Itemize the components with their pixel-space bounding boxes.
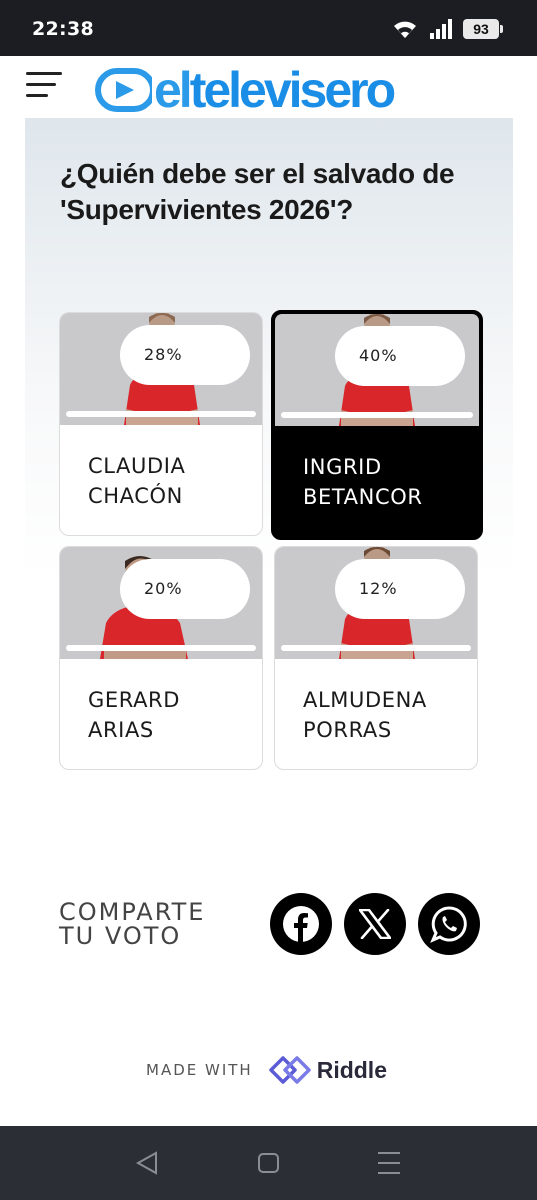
signal-icon: [430, 19, 452, 39]
site-header: eltelevisero: [0, 56, 537, 118]
back-icon[interactable]: [134, 1150, 162, 1176]
play-logo-icon: [95, 68, 152, 112]
share-vote-label: COMPARTE TU VOTO: [59, 898, 206, 950]
poll-widget: ¿Quién debe ser el salvado de 'Supervivi…: [25, 118, 513, 1122]
whatsapp-icon: [430, 906, 467, 943]
vote-progress-bar: [66, 645, 256, 651]
poll-option-almudena-porras[interactable]: 12% ALMUDENA PORRAS: [274, 546, 478, 770]
site-logo[interactable]: eltelevisero: [94, 62, 396, 118]
vote-progress-bar: [281, 645, 471, 651]
status-icons: 93: [391, 18, 503, 40]
vote-progress-bar: [281, 412, 473, 418]
poll-question: ¿Quién debe ser el salvado de 'Supervivi…: [60, 158, 455, 225]
whatsapp-share-button[interactable]: [418, 893, 480, 955]
vote-percentage: 28%: [120, 325, 250, 385]
contestant-name: ALMUDENA PORRAS: [303, 688, 427, 742]
poll-option-claudia-chacon[interactable]: 28% CLAUDIA CHACÓN: [59, 312, 263, 536]
vote-percentage: 20%: [120, 559, 250, 619]
made-with-riddle[interactable]: MADE WITH Riddle: [146, 1054, 387, 1086]
recent-apps-icon[interactable]: [375, 1150, 403, 1176]
x-share-button[interactable]: [344, 893, 406, 955]
vote-progress-bar: [66, 411, 256, 417]
poll-option-ingrid-betancor[interactable]: 40% INGRID BETANCOR: [271, 310, 483, 540]
hamburger-menu-icon[interactable]: [26, 72, 62, 100]
contestant-name: GERARD ARIAS: [88, 688, 181, 742]
facebook-share-button[interactable]: [270, 893, 332, 955]
battery-icon: 93: [463, 19, 503, 39]
wifi-icon: [394, 21, 416, 38]
riddle-logo: Riddle: [267, 1054, 387, 1086]
vote-percentage: 12%: [335, 559, 465, 619]
x-icon: [359, 909, 391, 939]
status-bar: 22:38 93: [0, 0, 537, 56]
logo-wordmark: eltelevisero: [154, 62, 396, 118]
contestant-name: INGRID BETANCOR: [303, 455, 423, 509]
home-icon[interactable]: [255, 1150, 283, 1176]
android-nav-bar: [0, 1126, 537, 1200]
status-time: 22:38: [32, 18, 94, 40]
facebook-icon: [283, 906, 319, 942]
vote-percentage: 40%: [335, 326, 465, 386]
riddle-logo-icon: [268, 1056, 311, 1084]
made-with-label: MADE WITH: [146, 1061, 253, 1079]
poll-option-gerard-arias[interactable]: 20% GERARD ARIAS: [59, 546, 263, 770]
contestant-name: CLAUDIA CHACÓN: [88, 454, 186, 508]
